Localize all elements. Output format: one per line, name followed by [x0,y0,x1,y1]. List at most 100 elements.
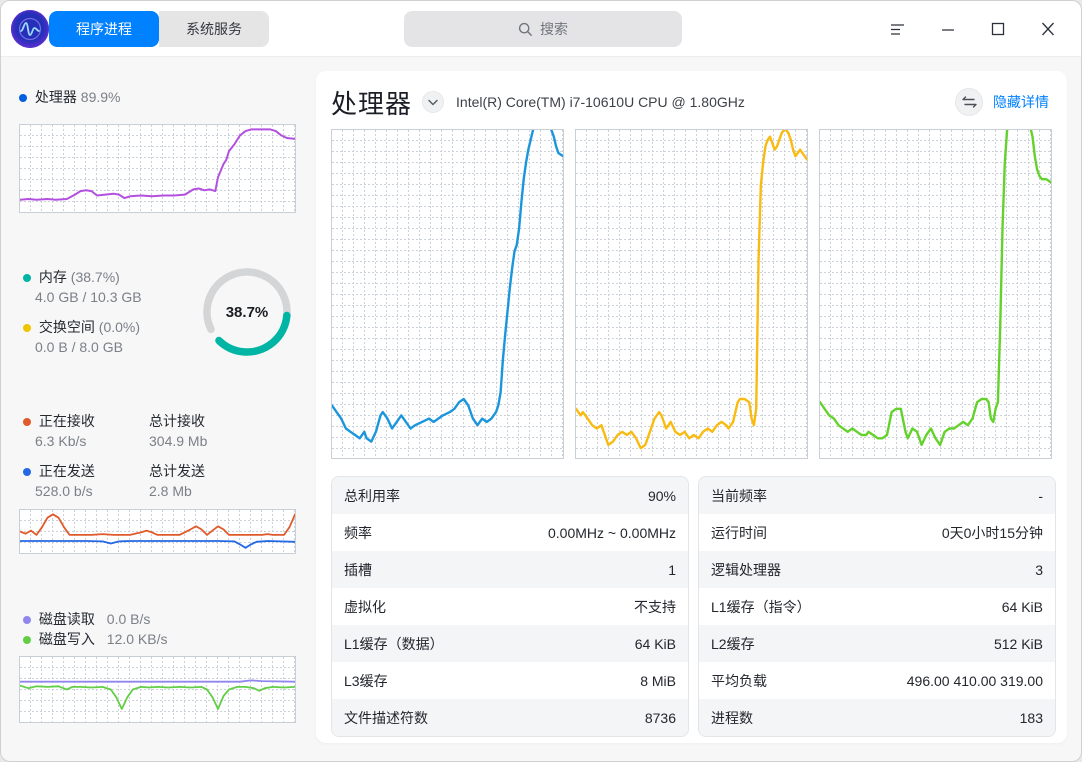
row-label: 当前频率 [711,487,767,504]
waveform-icon [18,17,42,41]
row-label: L2缓存 [711,635,755,652]
menu-button[interactable] [873,14,923,44]
hide-details-link[interactable]: 隐藏详情 [993,92,1049,112]
cpu-dot-icon [19,94,27,102]
sidebar-item-memory[interactable]: 内存 (38.7%) [23,267,120,287]
page-title: 处理器 [331,88,413,119]
net-recv-label: 正在接收 [38,413,95,429]
cpu-history-chart [19,124,296,213]
row-value: 0天0小时15分钟 [941,524,1043,541]
net-send-total-label: 总计发送 [149,463,205,479]
row-value: 496.00 410.00 319.00 [906,672,1043,689]
memory-donut-value: 38.7% [225,303,269,321]
net-recv-total-value: 304.9 Mb [149,433,208,449]
row-label: L1缓存（指令） [711,598,811,615]
sidebar-item-cpu[interactable]: 处理器 89.9% [19,87,120,107]
table-row: 进程数 183 [699,699,1055,736]
tab-processes[interactable]: 程序进程 [49,11,159,47]
core1-usage-chart [331,129,564,459]
menu-icon [891,24,904,35]
close-button[interactable] [1023,14,1073,44]
row-value: 512 KiB [993,635,1043,652]
row-value: 8 MiB [640,672,676,689]
row-label: 运行时间 [711,524,767,541]
core2-usage-chart [575,129,808,459]
sidebar-item-swap[interactable]: 交换空间 (0.0%) [23,317,140,337]
swap-label: 交换空间 [38,319,95,335]
net-send-dot-icon [23,468,31,476]
cpu-info-table-left: 总利用率 90% 频率 0.00MHz ~ 0.00MHz 插槽 1 虚拟化 不支持 L… [331,476,689,737]
row-label: L3缓存 [344,672,388,689]
row-value: 64 KiB [1001,598,1043,615]
search-placeholder: 搜索 [540,21,568,37]
row-label: 总利用率 [344,487,400,504]
table-row: 插槽 1 [332,551,688,588]
row-label: 逻辑处理器 [711,561,781,578]
minimize-button[interactable] [923,14,973,44]
row-value: 8736 [644,709,676,726]
disk-write-row: 磁盘写入 12.0 KB/s [23,629,167,649]
row-label: 频率 [344,524,372,541]
row-label: 插槽 [344,561,372,578]
net-send-label: 正在发送 [38,463,95,479]
sidebar-item-network[interactable]: 正在接收 [23,411,95,431]
row-value: 90% [647,487,676,504]
cpu-info-tables: 总利用率 90% 频率 0.00MHz ~ 0.00MHz 插槽 1 虚拟化 不支持 L… [316,459,1067,737]
cpu-model-text: Intel(R) Core(TM) i7-10610U CPU @ 1.80GH… [456,94,745,110]
toggle-view-button[interactable] [955,88,983,116]
table-row: L2缓存 512 KiB [699,625,1055,662]
table-row: 总利用率 90% [332,477,688,514]
table-row: L1缓存（数据） 64 KiB [332,625,688,662]
app-logo-icon [11,10,49,48]
window-controls [873,14,1073,44]
row-value: 183 [1019,709,1043,726]
core-charts [316,123,1067,459]
core3-usage-chart [819,129,1052,459]
table-row: L3缓存 8 MiB [332,662,688,699]
net-recv-total-label: 总计接收 [149,413,205,429]
table-row: 运行时间 0天0小时15分钟 [699,514,1055,551]
net-recv-dot-icon [23,418,31,426]
titlebar: 程序进程 系统服务 搜索 [1,1,1081,57]
memory-detail: 4.0 GB / 10.3 GB [35,289,142,305]
net-send-row: 正在发送 [23,461,95,481]
cpu-label: 处理器 [34,89,77,105]
memory-percent: (38.7%) [70,269,120,285]
cpu-info-table-right: 当前频率 - 运行时间 0天0小时15分钟 逻辑处理器 3 L1缓存（指令） 64 Ki… [698,476,1056,737]
maximize-icon [991,22,1005,36]
net-send-value: 528.0 b/s [35,483,93,499]
row-label: 平均负载 [711,672,767,689]
row-label: 虚拟化 [344,598,386,615]
minimize-icon [942,29,954,31]
tab-system-services[interactable]: 系统服务 [159,11,269,47]
sidebar-item-disk[interactable]: 磁盘读取 0.0 B/s [23,609,150,629]
disk-read-value: 0.0 B/s [106,611,151,627]
table-row: 当前频率 - [699,477,1055,514]
memory-dot-icon [23,274,31,282]
row-value: 64 KiB [634,635,676,652]
disk-read-label: 磁盘读取 [38,611,95,627]
table-row: 频率 0.00MHz ~ 0.00MHz [332,514,688,551]
row-value: 1 [668,561,676,578]
disk-read-dot-icon [23,616,31,624]
swap-detail: 0.0 B / 8.0 GB [35,339,123,355]
table-row: 逻辑处理器 3 [699,551,1055,588]
search-icon [518,22,532,36]
net-send-total-value: 2.8 Mb [149,483,192,499]
cpu-select-dropdown[interactable] [422,91,445,113]
row-value: 不支持 [634,598,676,615]
disk-write-dot-icon [23,636,31,644]
search-input[interactable]: 搜索 [404,11,682,47]
memory-label: 内存 [38,269,67,285]
table-row: 虚拟化 不支持 [332,588,688,625]
swap-percent: (0.0%) [98,319,141,335]
maximize-button[interactable] [973,14,1023,44]
chevron-down-icon [428,99,438,105]
row-value: - [1038,487,1043,504]
swap-arrows-icon [961,96,977,108]
row-label: L1缓存（数据） [344,635,444,652]
close-icon [1042,22,1054,36]
cpu-value: 89.9% [80,89,121,105]
app-window: 程序进程 系统服务 搜索 处理器 89.9% 内存 (38.7%) 4.0 GB… [0,0,1082,762]
table-row: L1缓存（指令） 64 KiB [699,588,1055,625]
